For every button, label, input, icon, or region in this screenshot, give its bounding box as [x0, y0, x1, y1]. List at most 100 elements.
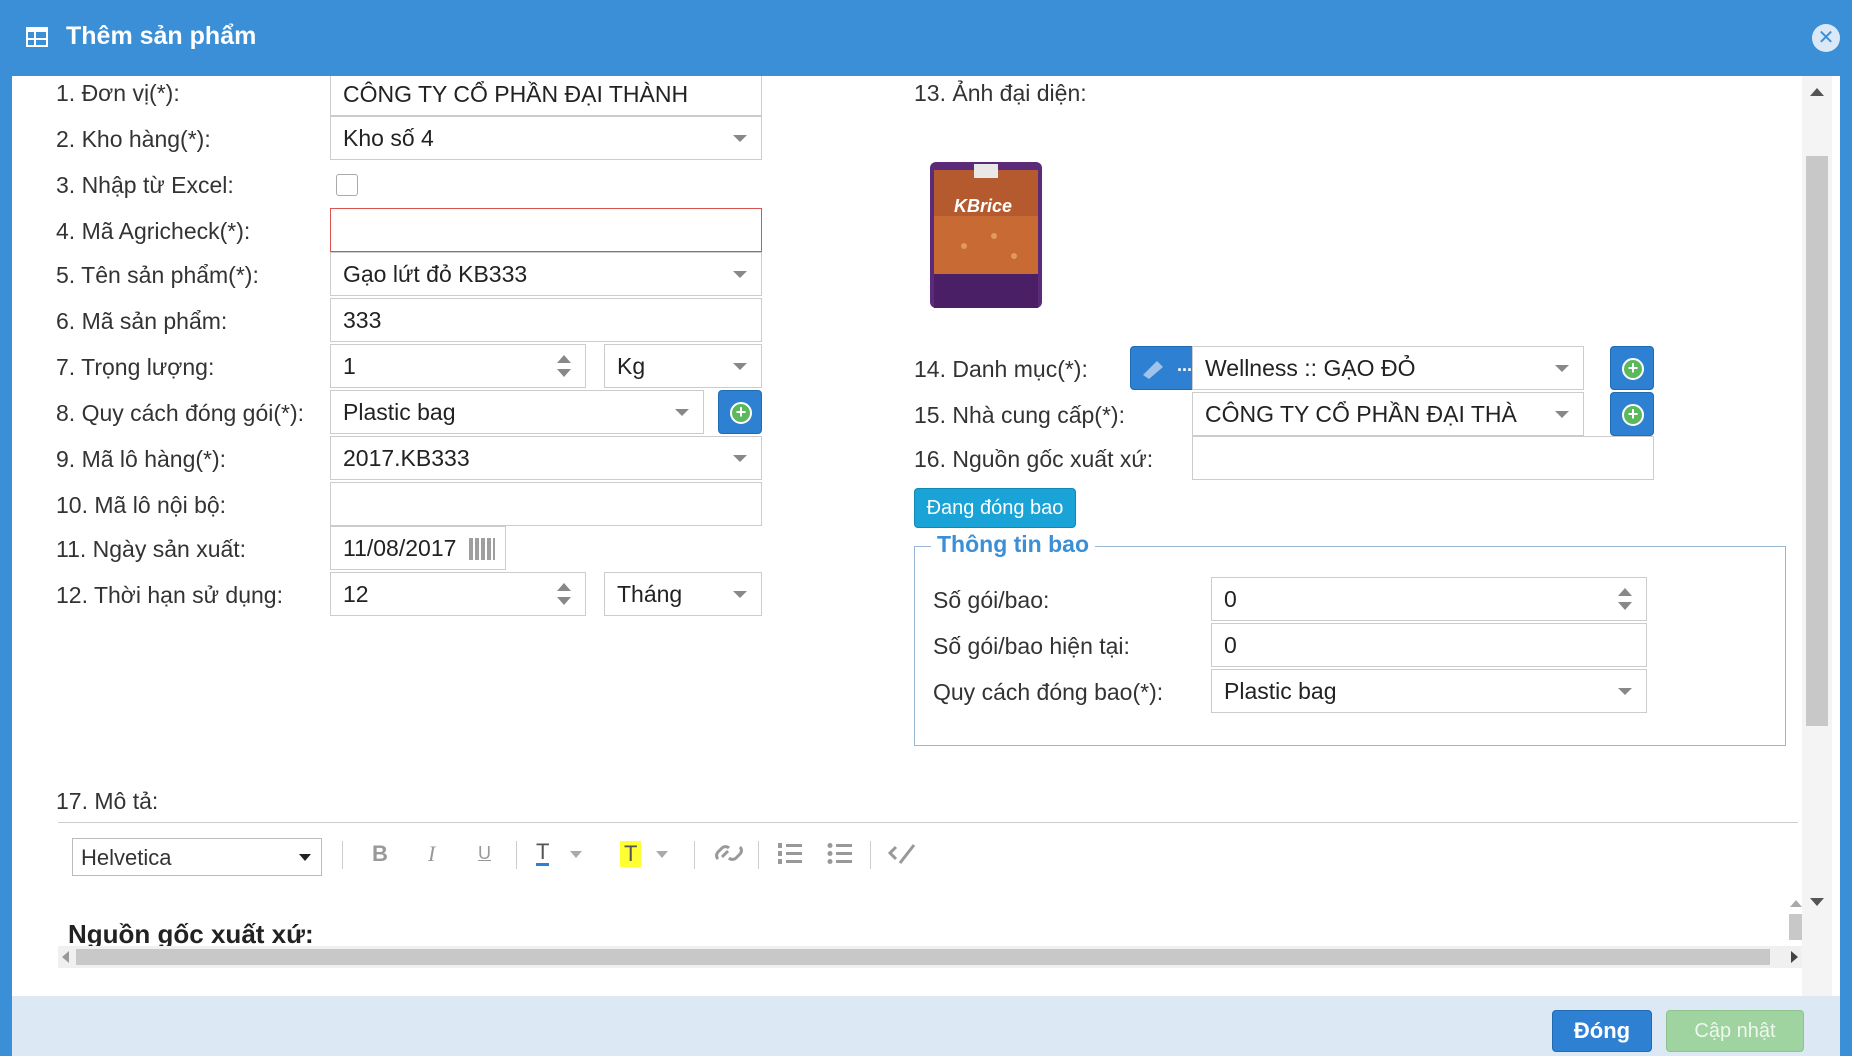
- so-goi-hien-tai-input[interactable]: 0: [1211, 623, 1647, 667]
- don-vi-field[interactable]: CÔNG TY CỔ PHẦN ĐẠI THÀNH: [330, 76, 762, 116]
- plus-circle-icon: +: [1622, 358, 1644, 380]
- bold-button[interactable]: B: [372, 841, 388, 867]
- quy-cach-select[interactable]: Plastic bag: [330, 390, 704, 434]
- vertical-scrollbar[interactable]: [1802, 76, 1832, 996]
- nguon-goc-input[interactable]: [1192, 436, 1654, 480]
- close-button[interactable]: Đóng: [1552, 1010, 1652, 1052]
- ma-san-pham-input[interactable]: 333: [330, 298, 762, 342]
- nhap-excel-checkbox[interactable]: [336, 174, 358, 196]
- update-button[interactable]: Cập nhật: [1666, 1010, 1804, 1052]
- add-nha-cung-cap-button[interactable]: +: [1610, 392, 1654, 436]
- table-icon: [26, 27, 48, 47]
- chevron-down-icon[interactable]: [570, 851, 582, 858]
- scroll-thumb[interactable]: [1789, 914, 1803, 940]
- ngay-san-xuat-input[interactable]: 11/08/2017: [330, 526, 506, 570]
- toolbar-separator: [758, 841, 759, 869]
- italic-button[interactable]: I: [428, 841, 435, 867]
- plus-circle-icon: +: [730, 402, 752, 424]
- scroll-thumb[interactable]: [76, 949, 1770, 965]
- spinner-icon[interactable]: [557, 581, 571, 607]
- nha-cung-cap-select[interactable]: CÔNG TY CỔ PHẦN ĐẠI THÀ: [1192, 392, 1584, 436]
- chevron-down-icon: [1555, 411, 1569, 418]
- spinner-icon[interactable]: [1618, 586, 1632, 612]
- ordered-list-icon[interactable]: [776, 841, 804, 867]
- dialog-body: 1. Đơn vị(*): CÔNG TY CỔ PHẦN ĐẠI THÀNH …: [12, 76, 1840, 996]
- chevron-down-icon: [733, 271, 747, 278]
- dialog-footer: Đóng Cập nhật: [12, 996, 1840, 1056]
- ten-san-pham-select[interactable]: Gạo lứt đỏ KB333: [330, 252, 762, 296]
- scroll-left-icon[interactable]: [62, 951, 69, 963]
- scroll-up-icon[interactable]: [1790, 900, 1802, 907]
- ma-agricheck-input[interactable]: [330, 208, 762, 252]
- quy-cach-dong-bao-label: Quy cách đóng bao(*):: [933, 679, 1164, 705]
- trong-luong-unit-value: Kg: [617, 353, 646, 379]
- horizontal-scrollbar[interactable]: [58, 946, 1802, 968]
- ma-lo-hang-value: 2017.KB333: [343, 445, 470, 471]
- ma-lo-noi-bo-label: 10. Mã lô nội bộ:: [56, 492, 227, 518]
- quy-cach-dong-bao-value: Plastic bag: [1224, 678, 1337, 704]
- so-goi-hien-tai-label: Số gói/bao hiện tại:: [933, 633, 1130, 659]
- trong-luong-unit-select[interactable]: Kg: [604, 344, 762, 388]
- toolbar-separator: [694, 841, 695, 869]
- code-icon[interactable]: [888, 841, 918, 867]
- scroll-right-icon[interactable]: [1791, 951, 1798, 963]
- close-icon[interactable]: ✕: [1812, 24, 1840, 52]
- so-goi-bao-value: 0: [1224, 586, 1237, 612]
- add-danh-muc-button[interactable]: +: [1610, 346, 1654, 390]
- nhap-excel-label: 3. Nhập từ Excel:: [56, 172, 234, 198]
- quy-cach-dong-bao-select[interactable]: Plastic bag: [1211, 669, 1647, 713]
- mo-ta-label: 17. Mô tả:: [56, 788, 159, 814]
- ma-lo-noi-bo-input[interactable]: [330, 482, 762, 526]
- trong-luong-value: 1: [343, 353, 356, 379]
- highlight-button[interactable]: T: [620, 841, 642, 867]
- toolbar-separator: [342, 841, 343, 869]
- ma-agricheck-label: 4. Mã Agricheck(*):: [56, 218, 251, 244]
- font-color-button[interactable]: T: [536, 841, 550, 866]
- thong-tin-bao-fieldset: Thông tin bao Số gói/bao: 0 Số gói/bao h…: [914, 531, 1786, 746]
- edit-image-label: ...: [1177, 355, 1193, 375]
- chevron-down-icon[interactable]: [656, 851, 668, 858]
- trong-luong-label: 7. Trọng lượng:: [56, 354, 215, 380]
- kho-hang-select[interactable]: Kho số 4: [330, 116, 762, 160]
- unordered-list-icon[interactable]: [826, 841, 854, 867]
- scroll-thumb[interactable]: [1806, 156, 1828, 726]
- add-quy-cach-button[interactable]: +: [718, 390, 762, 434]
- nha-cung-cap-value: CÔNG TY CỔ PHẦN ĐẠI THÀ: [1205, 401, 1517, 427]
- quy-cach-label: 8. Quy cách đóng gói(*):: [56, 400, 305, 426]
- chevron-down-icon: [733, 591, 747, 598]
- so-goi-hien-tai-value: 0: [1224, 632, 1237, 658]
- plus-circle-icon: +: [1622, 404, 1644, 426]
- font-family-select[interactable]: Helvetica: [72, 838, 322, 876]
- danh-muc-label: 14. Danh mục(*):: [914, 356, 1088, 382]
- ngay-san-xuat-value: 11/08/2017: [343, 535, 457, 561]
- ma-san-pham-value: 333: [343, 307, 382, 333]
- nguon-goc-label: 16. Nguồn gốc xuất xứ:: [914, 446, 1154, 472]
- thoi-han-label: 12. Thời hạn sử dụng:: [56, 582, 283, 608]
- so-goi-bao-input[interactable]: 0: [1211, 577, 1647, 621]
- mo-ta-editor[interactable]: Helvetica B I U T T Nguồn gốc xuất xứ:: [58, 822, 1798, 996]
- link-icon[interactable]: [714, 841, 744, 865]
- nha-cung-cap-label: 15. Nhà cung cấp(*):: [914, 402, 1125, 428]
- product-image: KBrice: [924, 156, 1048, 316]
- scroll-down-icon[interactable]: [1810, 898, 1824, 906]
- kho-hang-label: 2. Kho hàng(*):: [56, 126, 211, 152]
- chevron-down-icon: [675, 409, 689, 416]
- dialog-titlebar: Thêm sản phẩm ✕: [0, 0, 1852, 76]
- kho-hang-value: Kho số 4: [343, 125, 434, 151]
- underline-button[interactable]: U: [478, 843, 491, 864]
- thoi-han-value: 12: [343, 581, 369, 607]
- danh-muc-select[interactable]: Wellness :: GẠO ĐỎ: [1192, 346, 1584, 390]
- ten-san-pham-label: 5. Tên sản phẩm(*):: [56, 262, 259, 288]
- thoi-han-input[interactable]: 12: [330, 572, 586, 616]
- trong-luong-input[interactable]: 1: [330, 344, 586, 388]
- scroll-up-icon[interactable]: [1810, 88, 1824, 96]
- thoi-han-unit-value: Tháng: [617, 581, 683, 607]
- calendar-icon[interactable]: [469, 538, 495, 560]
- chevron-down-icon: [733, 455, 747, 462]
- dang-dong-bao-button[interactable]: Đang đóng bao: [914, 488, 1076, 528]
- ma-lo-hang-select[interactable]: 2017.KB333: [330, 436, 762, 480]
- thoi-han-unit-select[interactable]: Tháng: [604, 572, 762, 616]
- ten-san-pham-value: Gạo lứt đỏ KB333: [343, 261, 528, 287]
- quy-cach-value: Plastic bag: [343, 399, 456, 425]
- spinner-icon[interactable]: [557, 353, 571, 379]
